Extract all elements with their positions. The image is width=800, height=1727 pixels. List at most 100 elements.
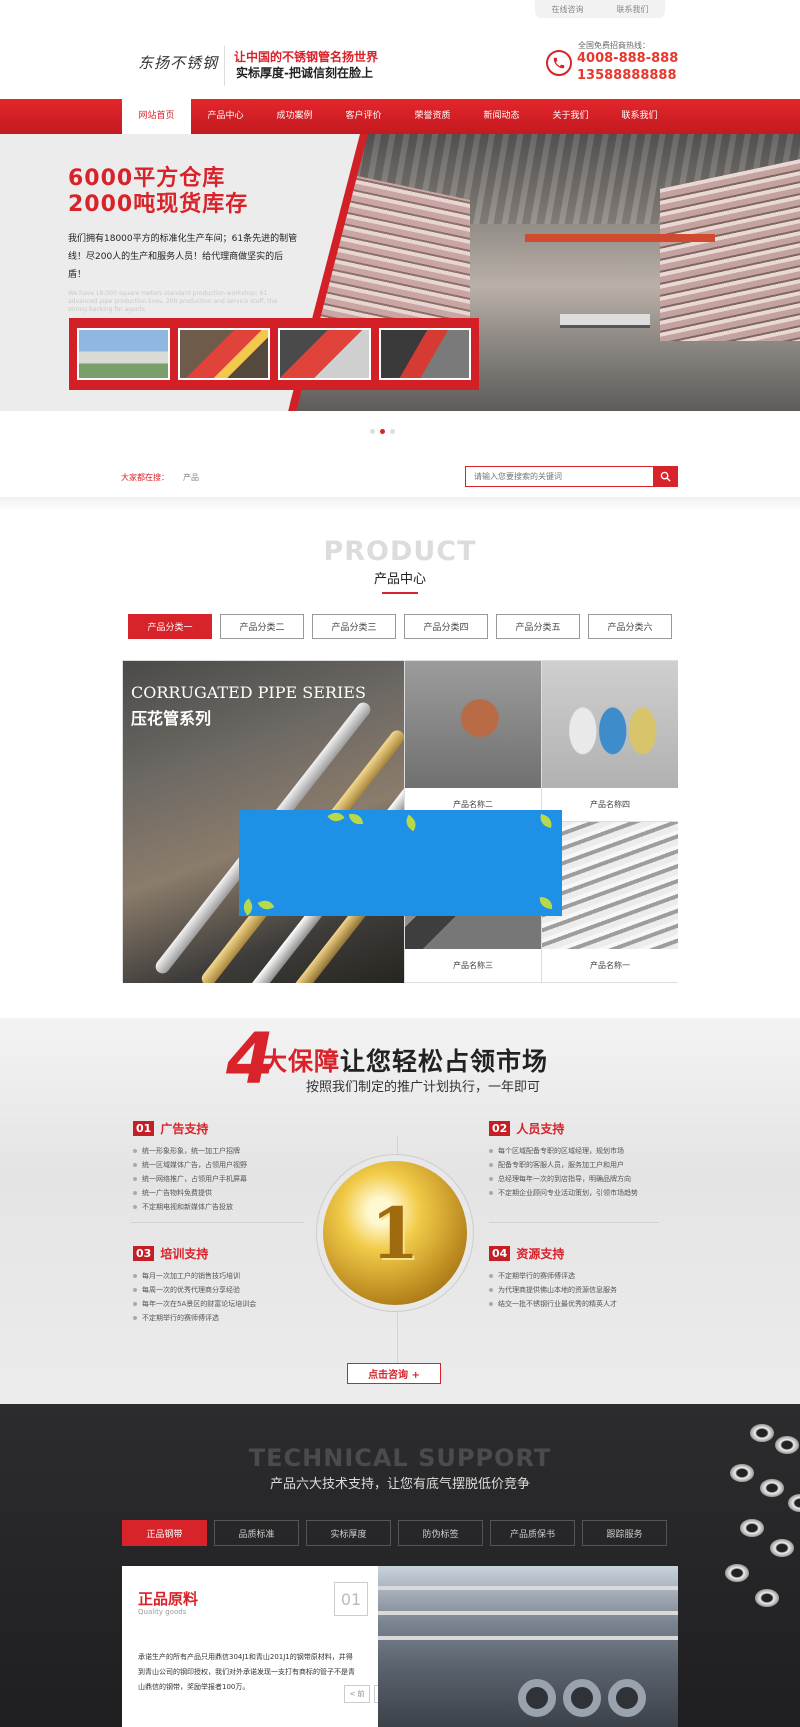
popup-ad-overlay[interactable]	[239, 810, 562, 916]
tube-end	[750, 1424, 774, 1442]
product-heading-en: PRODUCT	[323, 536, 477, 567]
search-icon	[660, 471, 671, 482]
leaf-decoration	[349, 814, 363, 824]
search-button[interactable]	[653, 467, 677, 486]
guarantee-block-head: 02 人员支持	[489, 1120, 638, 1137]
thumbnail-worker-3	[378, 328, 471, 380]
nav-item-reviews[interactable]: 客户评价	[329, 99, 398, 134]
tech-tab-2[interactable]: 品质标准	[214, 1520, 299, 1546]
nav-item-home[interactable]: 网站首页	[122, 99, 191, 134]
tube-end	[755, 1589, 779, 1607]
leaf-decoration	[257, 897, 275, 913]
warehouse-crane	[525, 234, 715, 242]
banner-thumbnails	[69, 318, 479, 390]
list-item: 统一区域媒体广告，占领用户视野	[133, 1158, 247, 1172]
prev-button[interactable]: < 前	[344, 1685, 370, 1703]
tech-heading-cn: 产品六大技术支持，让您有底气摆脱低价竞争	[269, 1477, 530, 1492]
nav-item-contact[interactable]: 联系我们	[605, 99, 674, 134]
leaf-decoration	[240, 898, 256, 916]
guarantee-title: 大保障让您轻松占领市场	[262, 1042, 548, 1078]
guarantee-num: 03	[133, 1246, 155, 1261]
guarantee-num: 01	[133, 1121, 155, 1136]
tech-panel-title-en: Quality goods	[138, 1608, 187, 1616]
tech-tab-4[interactable]: 防伪标签	[398, 1520, 483, 1546]
guarantee-divider-right	[489, 1222, 659, 1223]
warehouse-cart	[560, 314, 650, 328]
list-item: 每月一次加工户的销售技巧培训	[133, 1269, 256, 1283]
factory-photo	[378, 1566, 678, 1727]
product-tab-5[interactable]: 产品分类五	[496, 614, 580, 639]
steel-coil	[608, 1679, 646, 1717]
list-item: 不定期举行的赛师傅评选	[133, 1311, 256, 1325]
list-item: 不定期举行的赛师傅评选	[489, 1269, 617, 1283]
list-item: 每周一次的优秀代理商分享经验	[133, 1283, 256, 1297]
phone-icon	[546, 50, 572, 76]
tech-tab-1[interactable]: 正品钢带	[122, 1520, 207, 1546]
product-tab-4[interactable]: 产品分类四	[404, 614, 488, 639]
leaf-decoration	[538, 896, 554, 910]
tech-support-section: TECHNICAL SUPPORT 产品六大技术支持，让您有底气摆脱低价竞争 正…	[0, 1404, 800, 1727]
product-tab-6[interactable]: 产品分类六	[588, 614, 672, 639]
carousel-dot-1[interactable]	[370, 429, 375, 434]
guarantee-block-head: 04 资源支持	[489, 1245, 617, 1262]
tech-tab-3[interactable]: 实标厚度	[306, 1520, 391, 1546]
slogan-line1: 让中国的不锈钢管名扬世界	[234, 50, 379, 64]
factory-beam	[378, 1636, 678, 1640]
nav-item-products[interactable]: 产品中心	[191, 99, 260, 134]
product-tab-3[interactable]: 产品分类三	[312, 614, 396, 639]
main-nav: 网站首页 产品中心 成功案例 客户评价 荣誉资质 新闻动态 关于我们 联系我们	[0, 99, 800, 134]
logo[interactable]: 东扬不锈钢	[138, 52, 218, 73]
carousel-dot-3[interactable]	[390, 429, 395, 434]
guarantee-block-head: 01 广告支持	[133, 1120, 247, 1137]
product-tab-2[interactable]: 产品分类二	[220, 614, 304, 639]
consult-button[interactable]: 点击咨询 +	[347, 1363, 441, 1384]
product-card[interactable]: 产品名称四	[541, 661, 678, 822]
tech-panel-title: 正品原料	[138, 1590, 199, 1608]
list-item: 统一形象形象，统一加工户招牌	[133, 1144, 247, 1158]
search-input[interactable]	[466, 467, 652, 486]
product-tabs: 产品分类一 产品分类二 产品分类三 产品分类四 产品分类五 产品分类六	[128, 614, 672, 639]
medal-number: 1	[370, 1191, 420, 1275]
list-item: 配备专职的客服人员，服务加工户和用户	[489, 1158, 638, 1172]
nav-item-cases[interactable]: 成功案例	[260, 99, 329, 134]
carousel-dot-2[interactable]	[380, 429, 385, 434]
factory-beam	[378, 1611, 678, 1615]
nav-item-about[interactable]: 关于我们	[536, 99, 605, 134]
hot-search-keyword[interactable]: 产品	[183, 473, 199, 482]
steel-coil	[563, 1679, 601, 1717]
guarantee-title-red: 大保障	[262, 1047, 341, 1076]
product-tab-1[interactable]: 产品分类一	[128, 614, 212, 639]
tech-tab-6[interactable]: 跟踪服务	[582, 1520, 667, 1546]
tech-panel: 正品原料 Quality goods 01 承诺生产的所有产品只用鼎信304J1…	[122, 1566, 678, 1727]
guarantee-divider-left	[131, 1222, 304, 1223]
product-image	[542, 661, 678, 788]
factory-beam	[378, 1586, 678, 1590]
banner-title-2: 2000吨现货库存	[68, 192, 249, 217]
list-item: 不定期电视和新媒体广告投放	[133, 1200, 247, 1214]
product-name: 产品名称四	[590, 800, 630, 809]
online-consult-link[interactable]: 在线咨询	[552, 4, 584, 15]
guarantee-num: 02	[489, 1121, 511, 1136]
guarantee-title-dark: 让您轻松占领市场	[340, 1047, 549, 1076]
product-heading-cn: 产品中心	[373, 572, 426, 587]
feature-title-cn: 压花管系列	[131, 709, 212, 728]
contact-us-link[interactable]: 联系我们	[617, 4, 649, 15]
nav-item-honors[interactable]: 荣誉资质	[398, 99, 467, 134]
product-card[interactable]: 产品名称二	[404, 661, 541, 822]
tube-end	[740, 1519, 764, 1537]
leaf-decoration	[327, 810, 345, 825]
leaf-decoration	[537, 813, 555, 829]
guarantee-section: 4 大保障让您轻松占领市场 按照我们制定的推广计划执行，一年即可 01 广告支持 …	[0, 1018, 800, 1404]
feature-title-en: CORRUGATED PIPE SERIES	[131, 683, 366, 702]
guarantee-list: 每个区域配备专职的区域经理，规划市场 配备专职的客服人员，服务加工户和用户 总经…	[489, 1144, 638, 1200]
slogan-line2: 实标厚度-把诚信刻在脸上	[236, 66, 373, 80]
tech-tab-5[interactable]: 产品质保书	[490, 1520, 575, 1546]
product-image	[405, 661, 541, 788]
product-heading-underline	[382, 592, 418, 594]
nav-item-news[interactable]: 新闻动态	[467, 99, 536, 134]
list-item: 不定期企业顾问专业活动策划，引领市场趋势	[489, 1186, 638, 1200]
top-bar: 在线咨询 联系我们	[0, 0, 800, 18]
hero-banner[interactable]: 6000平方仓库 2000吨现货库存 我们拥有18000平方的标准化生产车间；6…	[0, 134, 800, 411]
list-item: 为代理商提供佛山本地的资源信息服务	[489, 1283, 617, 1297]
product-name: 产品名称一	[590, 961, 630, 970]
